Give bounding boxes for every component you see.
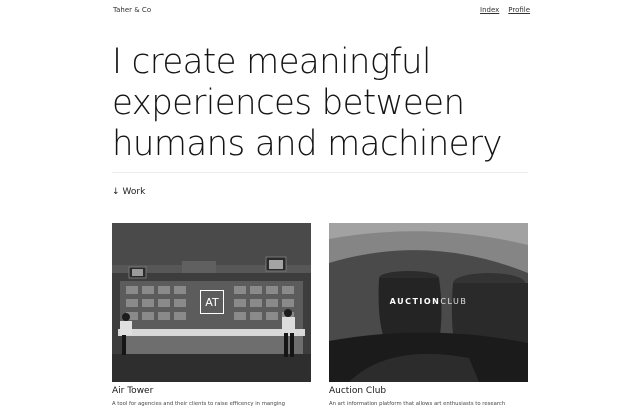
nav-link-index[interactable]: Index [480, 6, 499, 14]
project-thumbnail-sculpture[interactable]: AUCTIONCLUB [329, 223, 528, 382]
air-tower-logo: AT [200, 290, 224, 314]
nav-link-profile[interactable]: Profile [508, 6, 530, 14]
logo-text: AUCTION [389, 297, 441, 306]
project-card-air-tower[interactable]: AT Air Tower A tool for agencies and the… [112, 223, 311, 407]
project-card-auction-club[interactable]: AUCTIONCLUB Auction Club An art informat… [329, 223, 528, 407]
hero-headline: I create meaningful experiences between … [112, 42, 539, 165]
auction-club-logo: AUCTIONCLUB [329, 297, 528, 306]
hero-line: humans and machinery [112, 124, 502, 164]
logo-text: CLUB [440, 297, 468, 306]
arrow-down-icon: ↓ [112, 187, 120, 197]
brand-name[interactable]: Taher & Co [113, 6, 151, 14]
work-label: Work [122, 187, 146, 197]
hero-line: I create meaningful [112, 42, 431, 82]
project-thumbnail-control-room[interactable]: AT [112, 223, 311, 382]
project-title[interactable]: Air Tower [112, 386, 311, 396]
project-description: An art information platform that allows … [329, 401, 506, 407]
work-section-heading: ↓ Work [112, 187, 145, 197]
project-description: A tool for agencies and their clients to… [112, 401, 286, 407]
top-nav: Index Profile [480, 6, 530, 14]
hero-line: experiences between [112, 83, 465, 123]
section-divider [112, 172, 528, 173]
project-title[interactable]: Auction Club [329, 386, 528, 396]
